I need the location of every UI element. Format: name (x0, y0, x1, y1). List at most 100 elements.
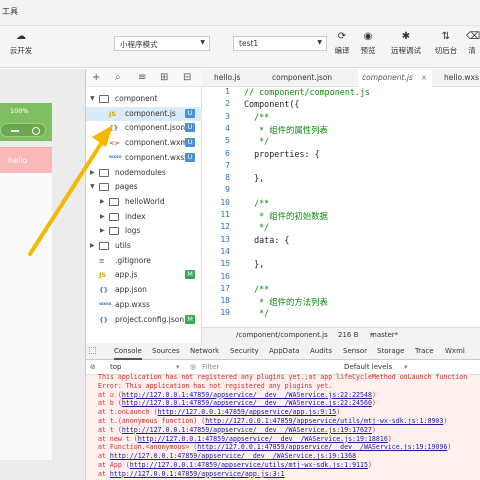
file-path: /component/component.js (236, 331, 328, 339)
console-error-line: at t.onLaunch (http://127.0.0.1:47859/ap… (98, 408, 340, 416)
error-text: at new t ( (98, 434, 138, 443)
devtools-tab-trace[interactable]: Trace (415, 343, 434, 360)
source-link[interactable]: http://127.0.0.1:47859/appservice/__dev_… (197, 443, 447, 451)
error-text: This application has not registered any … (98, 373, 468, 381)
line-number: 5 (225, 136, 230, 146)
tree-item-app-wxss[interactable]: wxss app.wxss (86, 298, 202, 312)
clear-button[interactable]: ⌫ 清 (462, 30, 480, 56)
tab-label: hello.js (214, 73, 241, 82)
console-error-line: at http://127.0.0.1:47859/appservice/app… (98, 470, 285, 478)
source-link[interactable]: http://127.0.0.1:47859/appservice/utils/… (205, 417, 443, 425)
code-line: }, (244, 173, 265, 184)
line-number: 9 (225, 185, 230, 195)
devtools-tab-appdata[interactable]: AppData (269, 343, 299, 360)
line-number: 15 (220, 259, 230, 269)
line-number: 19 (220, 308, 230, 318)
close-icon[interactable]: × (421, 73, 427, 82)
line-number: 1 (225, 87, 230, 96)
error-text: at (98, 452, 110, 461)
line-number: 11 (220, 210, 230, 219)
source-link[interactable]: http://127.0.0.1:47859/appservice/app.js… (158, 408, 337, 416)
switch-icon: ⇅ (441, 31, 451, 42)
mode-select-value: 小程序模式 (120, 40, 158, 49)
devtools-tab-console[interactable]: Console (114, 343, 142, 360)
devtools-tab-network[interactable]: Network (190, 343, 219, 360)
tab-component-js[interactable]: component.js × (358, 69, 432, 87)
line-number: 14 (220, 246, 230, 256)
source-link[interactable]: http://127.0.0.1:47859/appservice/utils/… (130, 461, 368, 469)
code-line: /** (244, 111, 270, 122)
line-number: 18 (220, 296, 230, 306)
source-link[interactable]: http://127.0.0.1:47859/appservice/__dev_… (122, 426, 372, 434)
error-text: at b ( (98, 399, 122, 408)
source-link[interactable]: http://127.0.0.1:47859/appservice/__dev_… (122, 399, 372, 407)
console-error-line: at Function.<anonymous> (http://127.0.0.… (98, 443, 451, 451)
chevron-down-icon: ▼ (317, 39, 322, 46)
console-error-line: at t (http://127.0.0.1:47859/appservice/… (98, 426, 376, 434)
preview-button[interactable]: ◉ 预览 (350, 30, 386, 56)
console-error-line: at t.(anonymous function) (http://127.0.… (98, 417, 447, 425)
code-line: */ (244, 308, 270, 319)
source-link[interactable]: http://127.0.0.1:47859/appservice/__dev_… (110, 452, 356, 460)
tab-label: component.js (362, 73, 413, 82)
devtools-tab-wxml[interactable]: Wxml (445, 343, 465, 360)
wxss-file-icon: wxss (99, 301, 112, 307)
line-number: 3 (225, 111, 230, 121)
line-number: 2 (225, 99, 230, 109)
background-button[interactable]: ⇅ 切后台 (428, 30, 464, 56)
error-text: ) (336, 408, 341, 417)
console-error-line: Error: This application has not register… (98, 382, 332, 390)
code-line: data: { (244, 234, 290, 245)
cloud-dev-button[interactable]: ☁ 云开发 (3, 30, 39, 56)
error-text: at t.(anonymous function) ( (98, 417, 206, 425)
annotation-arrow (28, 125, 113, 256)
source-link[interactable]: http://127.0.0.1:47859/appservice/app.js… (110, 470, 285, 478)
tab-hello-js[interactable]: hello.js (214, 69, 260, 87)
window-title: 工具 (2, 7, 18, 16)
console-error-line: at http://127.0.0.1:47859/appservice/__d… (98, 452, 356, 460)
code-line: * 组件的属性列表 (244, 124, 328, 135)
compile-mode-select[interactable]: test1 ▼ (233, 36, 327, 51)
code-line: // component/component.js (244, 87, 371, 97)
error-text: ) (367, 461, 372, 469)
error-text: at t.onLaunch ( (98, 408, 158, 417)
tab-label: component.json (272, 73, 333, 82)
clear-label: 清 (468, 46, 476, 55)
arrow-shaft (28, 137, 106, 256)
console-error-line: This application has not registered any … (98, 373, 467, 381)
line-number: 4 (225, 123, 230, 133)
clear-icon: ⌫ (466, 31, 480, 42)
error-text: ) (371, 425, 376, 434)
devtools-tab-security[interactable]: Security (230, 343, 259, 360)
source-link[interactable]: http://127.0.0.1:47859/appservice/__dev_… (122, 391, 372, 399)
compile-mode-value: test1 (239, 39, 259, 48)
preview-label: 预览 (360, 46, 376, 55)
title-bar: 工具 (0, 0, 480, 26)
remote-debug-button[interactable]: ✱ 远程调试 (388, 30, 424, 56)
code-line: properties: { (244, 148, 320, 159)
source-link[interactable]: http://127.0.0.1:47859/appservice/__dev_… (138, 435, 388, 443)
tab-label: hello.wxs (444, 73, 479, 82)
devtools-tab-sensor[interactable]: Sensor (343, 343, 367, 360)
cloud-dev-label: 云开发 (9, 46, 33, 55)
devtools-tab-storage[interactable]: Storage (377, 343, 404, 360)
tree-item-label: app.wxss (115, 299, 150, 309)
code-line: */ (244, 222, 270, 233)
error-text: ) (447, 443, 452, 452)
error-text: ) (371, 390, 376, 399)
line-number: 13 (220, 234, 230, 244)
tab-component-json[interactable]: component.json (272, 69, 354, 87)
error-text: at Function.<anonymous> ( (98, 443, 198, 452)
code-line: * 组件的初始数据 (244, 211, 328, 221)
code-line: Component({ (244, 99, 300, 110)
error-text: at App ( (98, 461, 130, 469)
bug-icon: ✱ (401, 31, 411, 42)
devtools-tab-sources[interactable]: Sources (152, 343, 180, 360)
inspect-icon[interactable]: ⬚ (88, 346, 97, 356)
clear-console-icon[interactable]: ⊘ (90, 360, 96, 375)
cloud-icon: ☁ (16, 31, 26, 42)
devtools-tab-audits[interactable]: Audits (310, 343, 332, 360)
refresh-icon: ⟳ (337, 31, 347, 42)
tab-hello-wxs[interactable]: hello.wxs (438, 69, 480, 87)
mode-select[interactable]: 小程序模式 ▼ (114, 36, 210, 51)
